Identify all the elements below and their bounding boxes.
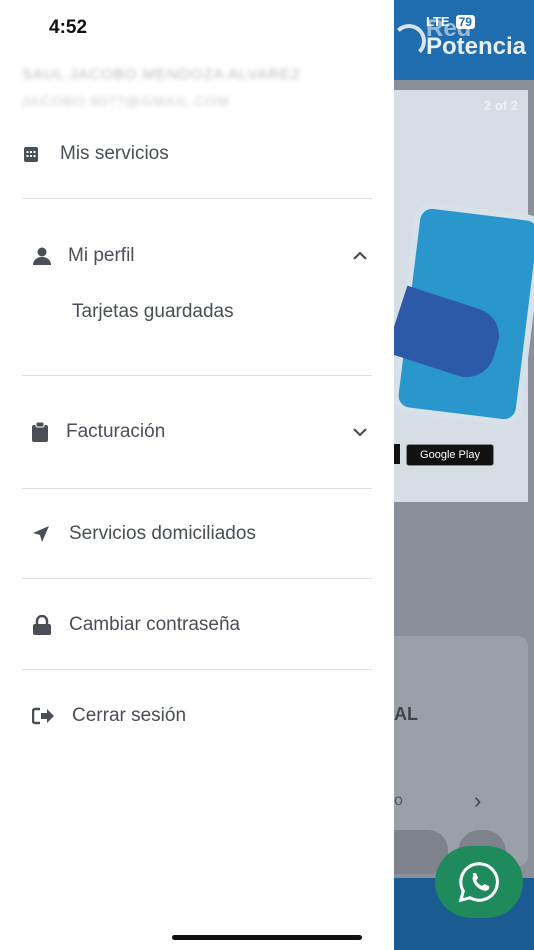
logo-icon (392, 24, 426, 58)
whatsapp-button[interactable] (435, 846, 523, 918)
whatsapp-icon (458, 862, 499, 903)
user-name: SAUL JACOBO MENDOZA ALVAREZ (22, 66, 302, 83)
menu-label: Cerrar sesión (72, 705, 187, 726)
carousel-counter: 2 of 2 (484, 98, 518, 113)
app-store-badge[interactable] (394, 444, 400, 464)
menu-item-mi-perfil[interactable]: Mi perfil (22, 244, 372, 268)
chevron-right-icon[interactable]: › (474, 788, 481, 814)
clipboard-icon (22, 422, 66, 442)
divider (22, 578, 372, 579)
network-label: LTE (426, 14, 450, 29)
divider (22, 488, 372, 489)
menu-item-facturacion[interactable]: Facturación (22, 420, 372, 444)
submenu-item-tarjetas-guardadas[interactable]: Tarjetas guardadas (72, 301, 234, 323)
divider (22, 198, 372, 199)
location-arrow-icon (22, 525, 69, 543)
card-title: AL (394, 704, 418, 724)
divider (22, 375, 372, 376)
chevron-down-icon[interactable] (348, 421, 372, 443)
battery-icon: 79 (455, 14, 475, 29)
menu-label: Facturación (66, 421, 166, 442)
user-email: JACOBO.907?@GMAIL.COM (22, 93, 230, 109)
user-icon (22, 246, 68, 266)
home-indicator[interactable] (172, 935, 362, 940)
menu-item-servicios-domiciliados[interactable]: Servicios domiciliados (22, 522, 372, 546)
sign-out-icon (22, 707, 72, 725)
menu-label: Mi perfil (68, 245, 135, 266)
menu-item-mis-servicios[interactable]: Mis servicios (22, 142, 372, 166)
calendar-icon (22, 145, 60, 163)
menu-label: Mis servicios (60, 143, 169, 164)
divider (22, 669, 372, 670)
google-play-badge[interactable]: Google Play (406, 444, 494, 466)
card-subtitle: o (394, 792, 403, 809)
menu-item-cerrar-sesion[interactable]: Cerrar sesión (22, 704, 372, 728)
lock-icon (22, 615, 69, 635)
menu-label: Cambiar contraseña (69, 614, 241, 635)
menu-label: Servicios domiciliados (69, 523, 256, 544)
status-time: 4:52 (49, 17, 88, 38)
menu-item-cambiar-contrasena[interactable]: Cambiar contraseña (22, 613, 372, 637)
navigation-drawer: 4:52 SAUL JACOBO MENDOZA ALVAREZ JACOBO.… (0, 0, 394, 950)
chevron-up-icon[interactable] (348, 245, 372, 267)
status-indicators: LTE 79 (426, 14, 475, 29)
